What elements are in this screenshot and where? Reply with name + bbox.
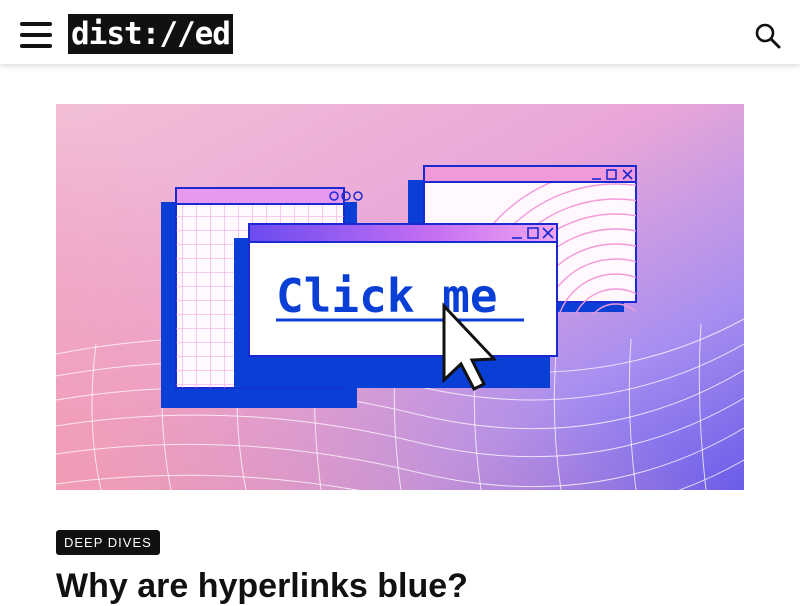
click-me-text: Click me — [276, 269, 498, 323]
category-badge[interactable]: DEEP DIVES — [56, 530, 160, 555]
hero-image[interactable]: Click me — [56, 104, 744, 490]
search-icon[interactable] — [752, 20, 784, 52]
article-title[interactable]: Why are hyperlinks blue? — [56, 566, 468, 606]
hamburger-menu-icon[interactable] — [20, 22, 52, 48]
hero-illustration: Click me — [56, 104, 744, 490]
site-logo[interactable]: dist://ed — [68, 14, 233, 54]
site-header: dist://ed — [0, 0, 800, 64]
